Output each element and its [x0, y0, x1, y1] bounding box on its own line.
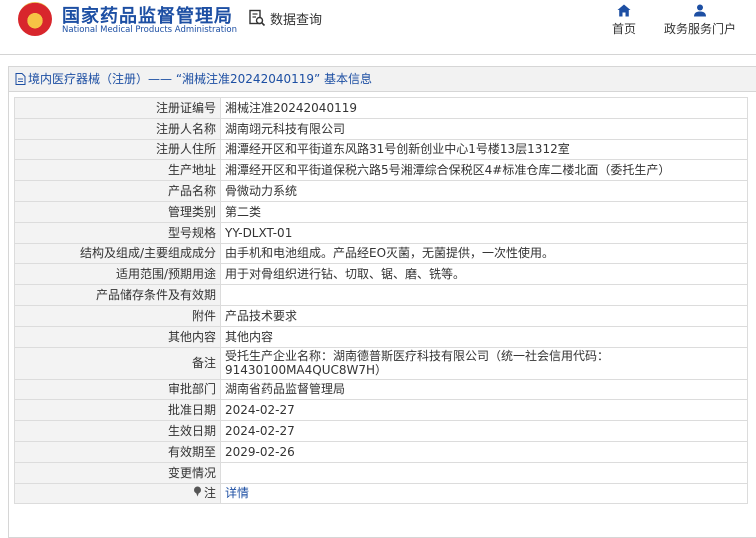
row-label: 变更情况	[14, 461, 221, 484]
site-header: 国家药品监督管理局 National Medical Products Admi…	[0, 0, 756, 54]
note-label: 注	[203, 486, 216, 501]
data-query-label: 数据查询	[270, 12, 323, 28]
table-row: 备注 受托生产企业名称：湖南德普斯医疗科技有限公司（统一社会信用代码：914301…	[14, 346, 748, 380]
table-row: 型号规格 YY-DLXT-01	[14, 221, 748, 244]
table-row: 产品储存条件及有效期	[14, 284, 748, 306]
row-value: 湖南翊元科技有限公司	[220, 117, 748, 140]
breadcrumb: 境内医疗器械（注册）—— “湘械注准20242040119” 基本信息	[9, 67, 756, 92]
row-value: 湘潭经开区和平街道东风路31号创新创业中心1号楼13层1312室	[220, 138, 748, 161]
pin-icon	[193, 486, 202, 500]
table-row: 生效日期 2024-02-27	[14, 420, 748, 442]
details-link[interactable]: 详情	[225, 486, 249, 500]
registration-info-table: 注册证编号 湘械注准20242040119 注册人名称 湖南翊元科技有限公司 注册人住所…	[14, 97, 748, 505]
table-row: 生产地址 湘潭经开区和平街道保税六路5号湘潭综合保税区4#标准仓库二楼北面（委托生…	[14, 159, 748, 182]
table-row: 管理类别 第二类	[14, 200, 748, 223]
row-value: YY-DLXT-01	[220, 221, 748, 244]
row-label: 批准日期	[14, 399, 221, 422]
table-row: 注册证编号 湘械注准20242040119	[14, 97, 748, 119]
breadcrumb-text: 境内医疗器械（注册）—— “湘械注准20242040119” 基本信息	[28, 72, 373, 86]
nav-home-label: 首页	[611, 22, 636, 36]
table-row: 其他内容 其他内容	[14, 325, 748, 348]
header-divider	[0, 54, 756, 55]
row-label: 其他内容	[14, 325, 221, 348]
row-value: 产品技术要求	[220, 304, 748, 327]
user-icon	[660, 4, 740, 17]
row-label: 注册人住所	[14, 138, 221, 161]
nav-portal-label: 政务服务门户	[663, 22, 736, 36]
row-value: 湖南省药品监督管理局	[220, 378, 748, 401]
row-label: 注册证编号	[14, 97, 221, 119]
note-value-cell: 详情	[220, 482, 748, 505]
row-label: 产品储存条件及有效期	[14, 284, 221, 306]
table-row: 适用范围/预期用途 用于对骨组织进行钻、切取、锯、磨、铣等。	[14, 263, 748, 286]
national-emblem-logo	[18, 2, 52, 36]
row-value: 受托生产企业名称：湖南德普斯医疗科技有限公司（统一社会信用代码：91430100…	[220, 346, 748, 380]
nav-home[interactable]: 首页	[608, 4, 640, 37]
row-value: 第二类	[220, 200, 748, 223]
document-icon	[15, 73, 26, 85]
row-value: 湘械注准20242040119	[220, 97, 748, 119]
row-label: 管理类别	[14, 200, 221, 223]
row-value	[220, 461, 748, 484]
row-value: 骨微动力系统	[220, 180, 748, 202]
row-label: 结构及组成/主要组成成分	[14, 242, 221, 265]
row-value: 湘潭经开区和平街道保税六路5号湘潭综合保税区4#标准仓库二楼北面（委托生产）	[220, 159, 748, 182]
site-title-en: National Medical Products Administration	[62, 25, 237, 35]
row-value: 由手机和电池组成。产品经EO灭菌，无菌提供，一次性使用。	[220, 242, 748, 265]
table-row: 注册人名称 湖南翊元科技有限公司	[14, 117, 748, 140]
row-label: 生效日期	[14, 420, 221, 442]
row-value	[220, 284, 748, 306]
table-row: 结构及组成/主要组成成分 由手机和电池组成。产品经EO灭菌，无菌提供，一次性使用。	[14, 242, 748, 265]
row-label: 生产地址	[14, 159, 221, 182]
table-row: 注详情	[14, 482, 748, 505]
row-value: 2024-02-27	[220, 399, 748, 422]
data-query-link[interactable]: 数据查询	[248, 8, 322, 28]
table-row: 注册人住所 湘潭经开区和平街道东风路31号创新创业中心1号楼13层1312室	[14, 138, 748, 161]
row-label: 产品名称	[14, 180, 221, 202]
table-row: 变更情况	[14, 461, 748, 484]
row-label: 适用范围/预期用途	[14, 263, 221, 286]
table-row: 审批部门 湖南省药品监督管理局	[14, 378, 748, 401]
row-label: 型号规格	[14, 221, 221, 244]
row-value: 其他内容	[220, 325, 748, 348]
row-value: 2024-02-27	[220, 420, 748, 442]
row-label: 审批部门	[14, 378, 221, 401]
row-label: 注册人名称	[14, 117, 221, 140]
row-value: 用于对骨组织进行钻、切取、锯、磨、铣等。	[220, 263, 748, 286]
table-row: 附件 产品技术要求	[14, 304, 748, 327]
home-icon	[608, 4, 640, 17]
table-row: 有效期至 2029-02-26	[14, 440, 748, 463]
note-label-cell: 注	[14, 482, 221, 505]
row-label: 备注	[14, 346, 221, 380]
row-label: 附件	[14, 304, 221, 327]
table-row: 批准日期 2024-02-27	[14, 399, 748, 422]
search-document-icon	[248, 9, 266, 27]
row-value: 2029-02-26	[220, 440, 748, 463]
table-row: 产品名称 骨微动力系统	[14, 180, 748, 202]
row-label: 有效期至	[14, 440, 221, 463]
nav-gov-service-portal[interactable]: 政务服务门户	[660, 4, 740, 37]
